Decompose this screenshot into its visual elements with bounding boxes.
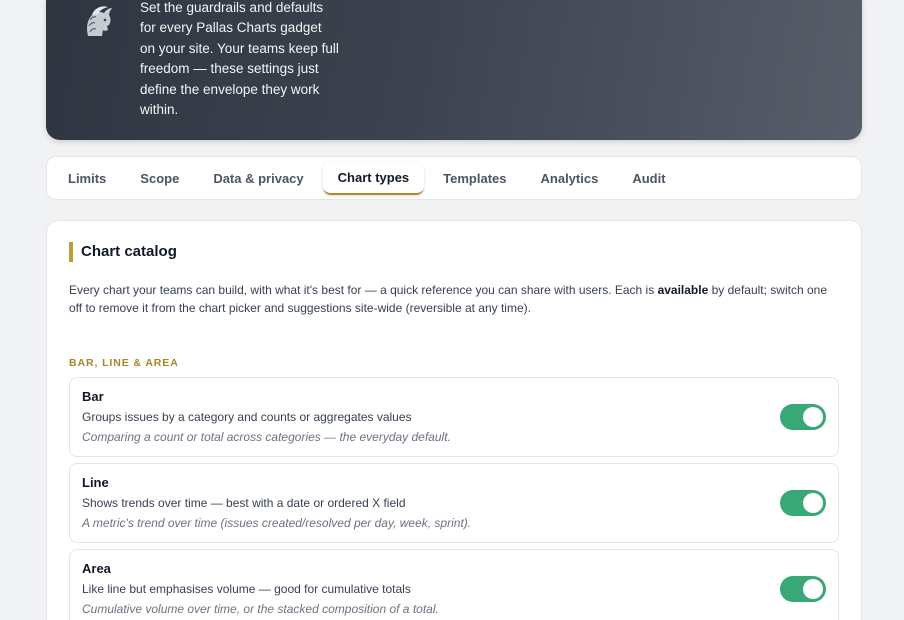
chart-type-card-bar: Bar Groups issues by a category and coun… [69, 377, 839, 457]
chart-type-name: Bar [82, 389, 104, 404]
section-title: BAR, LINE & AREA [69, 357, 179, 369]
tab-scope[interactable]: Scope [125, 163, 194, 194]
chart-type-name: Line [82, 475, 109, 490]
tab-audit[interactable]: Audit [617, 163, 680, 194]
chart-type-use: Comparing a count or total across catego… [82, 430, 451, 444]
bar-toggle[interactable] [780, 404, 826, 430]
tab-limits[interactable]: Limits [53, 163, 121, 194]
tab-chart-types[interactable]: Chart types [322, 161, 425, 195]
desc-before: Every chart your teams can build, with w… [69, 283, 658, 297]
desc-bold: available [657, 283, 709, 297]
hero-description: Set the guardrails and defaults for ever… [140, 0, 339, 118]
chart-type-use: A metric's trend over time (issues creat… [82, 516, 472, 530]
tab-templates[interactable]: Templates [428, 163, 521, 194]
chart-type-description: Shows trends over time — best with a dat… [82, 496, 406, 510]
chart-catalog-panel: Chart catalog Every chart your teams can… [46, 220, 862, 620]
toggle-knob [803, 493, 823, 513]
area-toggle[interactable] [780, 576, 826, 602]
hero-banner: Set the guardrails and defaults for ever… [46, 0, 862, 140]
toggle-knob [803, 579, 823, 599]
chart-type-card-area: Area Like line but emphasises volume — g… [69, 549, 839, 620]
panel-description: Every chart your teams can build, with w… [69, 281, 839, 317]
chart-type-card-line: Line Shows trends over time — best with … [69, 463, 839, 543]
chart-type-description: Like line but emphasises volume — good f… [82, 582, 411, 596]
chart-type-use: Cumulative volume over time, or the stac… [82, 602, 439, 616]
chart-type-name: Area [82, 561, 111, 576]
toggle-knob [803, 407, 823, 427]
tab-data-privacy[interactable]: Data & privacy [198, 163, 318, 194]
settings-tabs: Limits Scope Data & privacy Chart types … [46, 156, 862, 200]
line-toggle[interactable] [780, 490, 826, 516]
tab-analytics[interactable]: Analytics [526, 163, 614, 194]
athena-helmet-icon [80, 2, 116, 42]
panel-title: Chart catalog [69, 242, 177, 262]
chart-type-description: Groups issues by a category and counts o… [82, 410, 412, 424]
